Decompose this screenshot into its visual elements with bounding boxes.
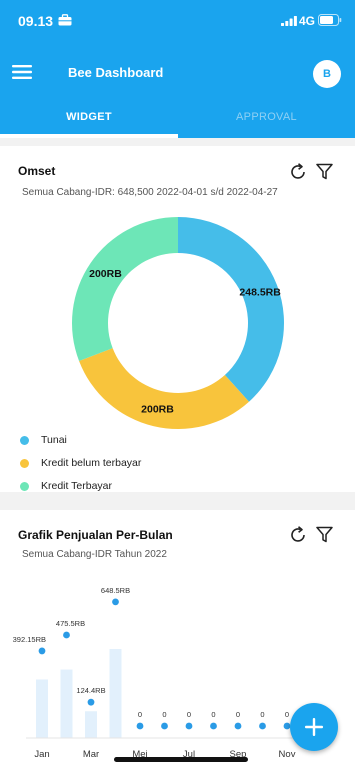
legend-item-kredit-terbayar: Kredit Terbayar [20, 479, 112, 492]
sales-point[interactable] [87, 698, 95, 706]
legend-label: Kredit Terbayar [41, 480, 113, 492]
sales-point[interactable] [161, 722, 168, 730]
donut-data-label: 200RB [89, 268, 122, 280]
sales-data-label: 0 [260, 710, 264, 719]
signal-icon [281, 16, 297, 26]
sales-point[interactable] [112, 598, 119, 606]
sales-bar [60, 669, 73, 738]
legend-item-kredit-belum: Kredit belum terbayar [20, 456, 141, 470]
legend-dot [20, 458, 29, 468]
sales-point[interactable] [259, 722, 266, 730]
sales-bar [36, 679, 48, 738]
omset-card: Omset Semua Cabang-IDR: 648,500 2022-04-… [0, 146, 355, 492]
app-title: Bee Dashboard [68, 65, 164, 80]
active-tab-indicator [0, 134, 178, 138]
sales-data-label: 0 [138, 710, 142, 719]
legend-item-tunai: Tunai [20, 433, 67, 447]
home-indicator [114, 757, 248, 762]
sales-data-label: 124.4RB [76, 686, 105, 695]
sales-bar [109, 649, 122, 738]
sales-data-label: 0 [162, 710, 166, 719]
tab-bar: WIDGET APPROVAL [0, 96, 355, 138]
x-tick-label: Jan [34, 749, 49, 760]
sales-data-label: 0 [285, 710, 289, 719]
donut-slice-kredit-terbayar[interactable] [71, 217, 178, 362]
plus-icon [305, 718, 323, 736]
donut-slice-kredit-belum[interactable] [79, 348, 249, 429]
sales-point[interactable] [234, 722, 242, 730]
legend-dot [20, 481, 29, 491]
sales-point[interactable] [185, 722, 193, 730]
tab-widget[interactable]: WIDGET [0, 96, 178, 138]
sales-data-label: 392.15RB [13, 635, 46, 644]
donut-data-label: 248.5RB [239, 286, 281, 298]
sales-point[interactable] [63, 631, 70, 639]
battery-icon [318, 14, 342, 26]
add-button[interactable] [290, 703, 338, 751]
network-label: 4G [299, 14, 316, 28]
hamburger-menu-icon[interactable] [12, 64, 32, 80]
x-tick-label: Nov [279, 749, 296, 760]
status-time: 09.13 [18, 13, 54, 29]
sales-point[interactable] [38, 647, 46, 655]
sales-data-label: 0 [187, 710, 191, 719]
sales-point[interactable] [210, 722, 217, 730]
legend-label: Kredit belum terbayar [41, 457, 142, 469]
donut-data-label: 200RB [141, 404, 174, 416]
sales-data-label: 475.5RB [56, 619, 85, 628]
app-header: 09.13 4G Bee Dashboard B WIDGET APPROVAL [0, 0, 355, 138]
sales-data-label: 0 [236, 710, 240, 719]
sales-point[interactable] [136, 722, 144, 730]
sales-bar [85, 711, 97, 738]
legend-dot [20, 435, 29, 445]
sales-data-label: 648.5RB [101, 586, 130, 595]
avatar[interactable]: B [313, 60, 341, 88]
briefcase-icon [58, 14, 72, 26]
donut-slice-tunai[interactable] [178, 217, 285, 402]
status-bar: 09.13 4G [0, 0, 355, 44]
tab-approval[interactable]: APPROVAL [178, 96, 355, 138]
x-tick-label: Mar [83, 749, 99, 760]
sales-data-label: 0 [211, 710, 215, 719]
legend-label: Tunai [41, 434, 67, 446]
